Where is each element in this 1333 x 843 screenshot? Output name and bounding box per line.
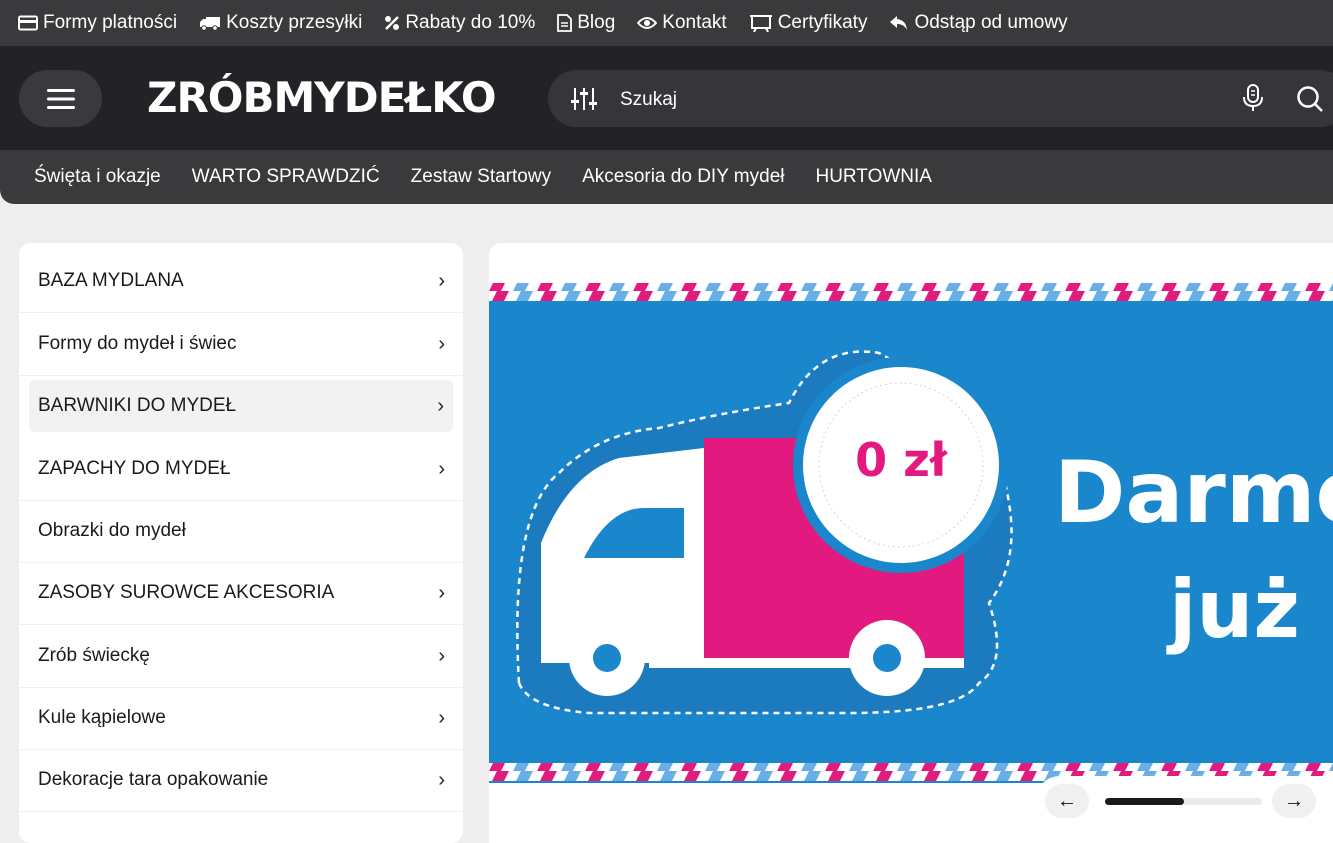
banner-subline: już xyxy=(1169,563,1300,656)
slider-progress-track[interactable] xyxy=(1105,798,1262,805)
category-nav: Święta i okazje WARTO SPRAWDZIĆ Zestaw S… xyxy=(0,150,1333,204)
topbar-label: Formy platności xyxy=(43,12,178,33)
sidebar-item-soap-base[interactable]: BAZA MYDLANA › xyxy=(19,250,463,313)
topbar-label: Kontakt xyxy=(662,12,727,33)
sidebar-item-label: BAZA MYDLANA xyxy=(38,270,184,291)
certificate-icon xyxy=(749,15,772,32)
topbar-label: Rabaty do 10% xyxy=(405,12,536,33)
sidebar-item-supplies[interactable]: ZASOBY SUROWCE AKCESORIA › xyxy=(19,562,463,625)
topbar-link-discounts[interactable]: Rabaty do 10% xyxy=(384,0,535,46)
sidebar-item-fragrances[interactable]: ZAPACHY DO MYDEŁ › xyxy=(19,438,463,501)
topbar-link-certificates[interactable]: Certyfikaty xyxy=(749,0,868,46)
document-icon xyxy=(557,14,573,32)
sidebar-item-colorants[interactable]: BARWNIKI DO MYDEŁ › xyxy=(29,380,453,432)
chevron-right-icon: › xyxy=(438,269,445,292)
chevron-right-icon: › xyxy=(438,581,445,604)
sidebar-item-molds[interactable]: Formy do mydeł i świec › xyxy=(19,313,463,376)
search-bar xyxy=(548,70,1333,127)
topbar-link-contact[interactable]: Kontakt xyxy=(637,0,727,46)
topbar-link-blog[interactable]: Blog xyxy=(557,0,615,46)
sidebar-item-label: ZASOBY SUROWCE AKCESORIA xyxy=(38,582,335,603)
slider-next-button[interactable]: → xyxy=(1272,784,1316,818)
banner-headline: Darmo xyxy=(1054,443,1333,543)
filter-sliders-icon[interactable] xyxy=(570,86,598,112)
chevron-right-icon: › xyxy=(438,706,445,729)
arrow-right-icon: → xyxy=(1284,789,1304,812)
chevron-right-icon: › xyxy=(438,457,445,480)
promo-banner[interactable]: 0 zł Darmo już xyxy=(489,243,1333,843)
slider-progress-fill xyxy=(1105,798,1184,805)
catnav-item-wholesale[interactable]: HURTOWNIA xyxy=(815,166,931,188)
chevron-right-icon: › xyxy=(437,394,444,417)
top-info-bar: Formy platności Koszty przesyłki Rabaty … xyxy=(0,0,1333,46)
catnav-item-holidays[interactable]: Święta i okazje xyxy=(34,166,161,188)
banner-price: 0 zł xyxy=(855,433,947,487)
microphone-icon[interactable] xyxy=(1240,83,1266,113)
slider-prev-button[interactable]: ← xyxy=(1045,784,1089,818)
sidebar-item-candle[interactable]: Zrób świeckę › xyxy=(19,625,463,688)
credit-card-icon xyxy=(18,15,38,31)
topbar-label: Blog xyxy=(577,12,616,33)
percent-icon xyxy=(385,16,400,30)
truck-icon xyxy=(200,17,221,31)
sidebar-item-label: Zrób świeckę xyxy=(38,645,150,666)
catnav-item-worth-checking[interactable]: WARTO SPRAWDZIĆ xyxy=(192,166,380,188)
menu-button[interactable] xyxy=(19,70,102,127)
sidebar-item-label: Obrazki do mydeł xyxy=(38,520,186,541)
sidebar-item-bath-bombs[interactable]: Kule kąpielowe › xyxy=(19,687,463,750)
topbar-link-payment[interactable]: Formy platności xyxy=(18,0,177,46)
topbar-label: Koszty przesyłki xyxy=(226,12,363,33)
free-shipping-banner-image xyxy=(489,283,1333,783)
reply-icon xyxy=(890,16,908,30)
search-input[interactable] xyxy=(618,84,1182,116)
topbar-link-withdraw[interactable]: Odstąp od umowy xyxy=(889,0,1068,46)
chevron-right-icon: › xyxy=(438,768,445,791)
sidebar-item-label: BARWNIKI DO MYDEŁ xyxy=(38,395,237,416)
category-sidebar: BAZA MYDLANA › Formy do mydeł i świec › … xyxy=(19,243,463,843)
topbar-label: Odstąp od umowy xyxy=(914,12,1068,33)
sidebar-item-label: ZAPACHY DO MYDEŁ xyxy=(38,458,231,479)
search-icon[interactable] xyxy=(1296,85,1324,113)
topbar-label: Certyfikaty xyxy=(777,12,868,33)
topbar-link-shipping[interactable]: Koszty przesyłki xyxy=(199,0,362,46)
sidebar-item-label: Formy do mydeł i świec xyxy=(38,333,237,354)
sidebar-item-decorations[interactable]: Dekoracje tara opakowanie › xyxy=(19,749,463,812)
arrow-left-icon: ← xyxy=(1057,789,1077,812)
catnav-item-starter-kit[interactable]: Zestaw Startowy xyxy=(411,166,551,188)
chevron-right-icon: › xyxy=(438,644,445,667)
sidebar-item-soap-images[interactable]: Obrazki do mydeł xyxy=(19,500,463,563)
slider-controls: ← → xyxy=(1035,776,1333,826)
chevron-right-icon: › xyxy=(438,332,445,355)
eye-icon xyxy=(637,17,658,29)
sidebar-item-label: Dekoracje tara opakowanie xyxy=(38,769,269,790)
site-header: ZRÓBMYDEŁKO xyxy=(0,46,1333,150)
sidebar-item-label: Kule kąpielowe xyxy=(38,707,166,728)
site-logo[interactable]: ZRÓBMYDEŁKO xyxy=(147,74,497,122)
hamburger-icon xyxy=(46,88,75,109)
catnav-item-diy-accessories[interactable]: Akcesoria do DIY mydeł xyxy=(582,166,784,188)
